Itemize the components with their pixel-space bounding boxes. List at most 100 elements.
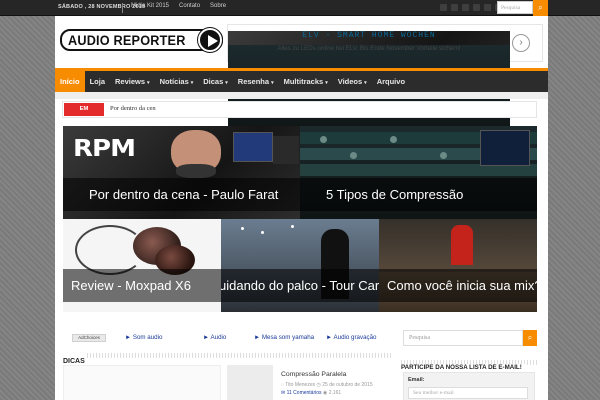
nav-item-label: Notícias xyxy=(159,77,189,86)
ad-link-audio-gravacao[interactable]: ► Audio gravação xyxy=(326,334,377,341)
top-link-sobre[interactable]: Sobre xyxy=(210,3,226,9)
rss-icon[interactable] xyxy=(440,4,447,11)
photo-detail xyxy=(176,164,216,178)
top-link-midia-kit[interactable]: Midia Kit 2015 xyxy=(131,3,169,9)
nav-shadow xyxy=(55,92,548,99)
featured-tile-3[interactable]: Review - Moxpad X6 xyxy=(63,219,221,312)
stage-light xyxy=(241,227,244,230)
knob xyxy=(440,152,447,159)
facebook-icon[interactable] xyxy=(462,4,469,11)
nav-item-inicio[interactable]: Início xyxy=(55,71,85,92)
main-nav: Início Loja Reviews ▾ Notícias ▾ Dicas ▾ Resenha… xyxy=(55,68,548,92)
tile-caption: 5 Tipos de Compressão xyxy=(300,178,537,211)
nav-item-label: Multitracks xyxy=(283,77,324,86)
top-link-contato[interactable]: Contato xyxy=(179,3,200,9)
nav-item-label: Início xyxy=(60,77,80,86)
stage-light xyxy=(291,225,294,228)
nav-item-label: Dicas xyxy=(203,77,224,86)
newsletter-title: PARTICIPE DA NOSSA LISTA DE E-MAIL! xyxy=(401,364,525,371)
featured-tile-5[interactable]: Como você inicia sua mix? xyxy=(379,219,537,312)
tile-caption: uidando do palco - Tour Carbono Leni xyxy=(221,269,379,302)
rpm-logo: RPM xyxy=(73,135,136,163)
twitter-icon[interactable] xyxy=(473,4,480,11)
photo-detail xyxy=(273,136,299,164)
post-title[interactable]: Compressão Paralela xyxy=(281,371,346,378)
dicas-section-header: DICAS xyxy=(63,350,393,365)
chevron-down-icon: ▾ xyxy=(271,80,274,86)
nav-item-reviews[interactable]: Reviews ▾ xyxy=(110,71,155,92)
post-views: 2.161 xyxy=(328,390,342,396)
email-field[interactable]: Seu melhor e-mail xyxy=(408,387,528,399)
post-author[interactable]: Tito Menezes xyxy=(285,382,315,388)
top-search-input[interactable]: Pesquisa xyxy=(497,1,533,14)
post-featured-box[interactable] xyxy=(63,365,221,400)
eye-icon: ◉ xyxy=(322,390,328,396)
tile-caption: Como você inicia sua mix? xyxy=(379,269,537,302)
search-icon: ⌕ xyxy=(538,3,543,12)
post-meta: ◌ Tito Menezes ◷ 25 de outubro de 2015 xyxy=(281,382,373,388)
newsletter-header: PARTICIPE DA NOSSA LISTA DE E-MAIL! xyxy=(401,356,537,371)
breaking-label: EM DESTAQUE xyxy=(64,103,104,125)
breaking-news-bar: EM DESTAQUE Por dentro da cen xyxy=(62,101,537,125)
post-date: 25 de outubro de 2015 xyxy=(322,382,373,388)
chevron-down-icon: ▾ xyxy=(225,80,228,86)
ad-links-row: AdChoices ► Som audio ► Audio ► Mesa som… xyxy=(72,333,392,343)
top-bar: SÁBADO , 28 NOVEMBRO 2015 Midia Kit 2015… xyxy=(0,0,600,16)
knob xyxy=(320,136,327,143)
nav-item-label: Arquivo xyxy=(376,77,406,86)
chevron-down-icon: ▾ xyxy=(325,80,328,86)
nav-item-label: Videos xyxy=(337,77,363,86)
divider xyxy=(87,353,393,358)
user-icon: ◌ xyxy=(281,382,284,388)
header-ad-banner[interactable]: ELV - SMART HOME WOCHEN Alles zu LEDs on… xyxy=(227,24,543,138)
tile-caption: Por dentro da cena - Paulo Farat xyxy=(63,178,300,211)
top-nav: Midia Kit 2015 Contato Sobre xyxy=(131,3,226,9)
person-photo xyxy=(451,225,473,265)
post-comments[interactable]: 11 Comentários xyxy=(287,390,322,396)
stage-light xyxy=(261,231,264,234)
play-icon xyxy=(198,28,222,52)
ad-link-audio[interactable]: ► Audio xyxy=(203,334,226,341)
site-logo[interactable]: AUDIO REPORTER xyxy=(60,28,223,52)
nav-item-resenha[interactable]: Resenha ▾ xyxy=(233,71,279,92)
tile-caption: Review - Moxpad X6 xyxy=(63,269,221,302)
monitor-photo xyxy=(233,132,273,162)
post-thumbnail[interactable] xyxy=(227,365,273,400)
chevron-down-icon: ▾ xyxy=(364,80,367,86)
knob xyxy=(390,136,397,143)
featured-tile-1[interactable]: RPM Por dentro da cena - Paulo Farat xyxy=(63,126,300,219)
comment-icon: ✉ xyxy=(281,390,286,396)
nav-item-dicas[interactable]: Dicas ▾ xyxy=(198,71,233,92)
breaking-item[interactable]: Por dentro da cen xyxy=(110,105,156,112)
adchoices-badge[interactable]: AdChoices xyxy=(72,334,106,342)
featured-tile-4[interactable]: uidando do palco - Tour Carbono Leni xyxy=(221,219,379,312)
section-title: DICAS xyxy=(63,358,89,365)
knob xyxy=(350,152,357,159)
youtube-icon[interactable] xyxy=(484,4,491,11)
chevron-right-icon[interactable]: › xyxy=(512,34,530,52)
nav-item-videos[interactable]: Videos ▾ xyxy=(333,71,372,92)
header: AUDIO REPORTER ELV - SMART HOME WOCHEN A… xyxy=(55,16,548,138)
featured-tile-2[interactable]: 5 Tipos de Compressão xyxy=(300,126,537,219)
nav-item-arquivo[interactable]: Arquivo xyxy=(372,71,410,92)
ad-link-som-audio[interactable]: ► Som audio xyxy=(125,334,162,341)
monitor-photo xyxy=(480,130,530,166)
nav-item-loja[interactable]: Loja xyxy=(85,71,110,92)
nav-item-label: Reviews xyxy=(115,77,146,86)
nav-item-multitracks[interactable]: Multitracks ▾ xyxy=(279,71,333,92)
google-plus-icon[interactable] xyxy=(451,4,458,11)
nav-item-noticias[interactable]: Notícias ▾ xyxy=(155,71,199,92)
chevron-down-icon: ▾ xyxy=(147,80,150,86)
divider xyxy=(122,3,123,13)
post-stats: ✉ 11 Comentários ◉ 2.161 xyxy=(281,390,341,396)
chevron-down-icon: ▾ xyxy=(190,80,194,86)
ad-link-mesa-som[interactable]: ► Mesa som yamaha xyxy=(254,334,314,341)
search-icon: ⌕ xyxy=(527,333,533,342)
nav-item-label: Resenha xyxy=(237,77,270,86)
sidebar-search-button[interactable]: ⌕ xyxy=(523,330,537,346)
sidebar-search-input[interactable]: Pesquisa xyxy=(403,330,523,346)
logo-text: AUDIO REPORTER xyxy=(68,32,186,48)
clock-icon: ◷ xyxy=(316,382,321,388)
nav-item-label: Loja xyxy=(89,77,106,86)
top-search-button[interactable]: ⌕ xyxy=(533,0,548,16)
